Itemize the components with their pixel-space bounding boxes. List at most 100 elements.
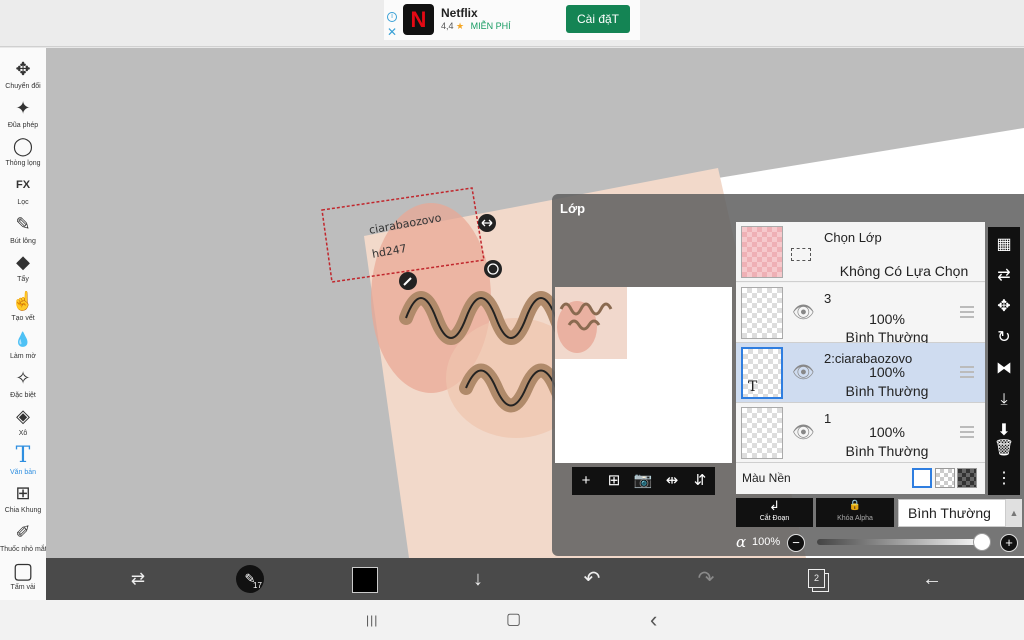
preview-toolbar: + ⊞ 📷 ⇹ ⇵ xyxy=(572,467,715,495)
star-icon: ★ xyxy=(456,21,465,31)
tool-text[interactable]: T Văn bản xyxy=(0,443,46,481)
checkerboard-icon[interactable]: ▦ xyxy=(988,229,1020,261)
rotate-handle-icon[interactable] xyxy=(484,260,502,278)
ad-close-icon[interactable]: ✕ xyxy=(387,26,397,38)
layer-blend-mode: Bình Thường xyxy=(845,383,929,399)
swap-tools-icon[interactable]: ⇄ xyxy=(118,558,158,600)
layer-row-3[interactable]: 👁 3 100% Bình Thường xyxy=(736,283,985,345)
layer-list: Chọn Lớp Không Có Lựa Chọn 👁 3 100% Bình… xyxy=(736,222,985,494)
tool-label: Tẩy xyxy=(17,276,29,283)
tool-label: Đũa phép xyxy=(7,122,39,129)
redo-icon[interactable]: ↷ xyxy=(686,558,726,600)
blend-mode-select[interactable]: Bình Thường xyxy=(898,499,1006,527)
opacity-value: 100% xyxy=(752,536,781,548)
layers-count-button[interactable]: 2 xyxy=(808,569,825,588)
back-arrow-icon[interactable]: ← xyxy=(912,558,952,600)
tool-magic-wand[interactable]: ✦ Đũa phép xyxy=(0,96,46,134)
flip-horizontal-icon[interactable]: ⇹ xyxy=(658,467,686,495)
tool-blur[interactable]: 💧 Làm mờ xyxy=(0,327,46,365)
ad-install-button[interactable]: Cài đặT xyxy=(566,5,630,33)
tool-frame-divider[interactable]: ⊞ Chia Khung xyxy=(0,481,46,519)
alpha-icon: α xyxy=(736,533,747,551)
tool-bucket[interactable]: ◈ Xô xyxy=(0,404,46,442)
tool-label: Chuyển đổi xyxy=(5,83,41,90)
layer-thumbnail: T xyxy=(741,347,783,399)
tool-lasso[interactable]: ◯ Thòng lọng xyxy=(0,134,46,172)
tool-eraser[interactable]: ◆ Tẩy xyxy=(0,250,46,288)
move-layer-icon[interactable]: ✥ xyxy=(988,291,1020,323)
ad-strip: i ✕ N Netflix 4,4 ★ MIỄN PHÍ Cài đặT xyxy=(0,0,1024,47)
bucket-icon: ◈ xyxy=(16,406,30,426)
merge-down-icon[interactable]: ⤓ xyxy=(988,384,1020,416)
layer-row-2[interactable]: T 👁 2:ciarabaozovo 100% Bình Thường xyxy=(736,343,985,403)
flip-layer-icon[interactable]: ⧓ xyxy=(988,353,1020,385)
tool-label: Bút lông xyxy=(10,238,36,245)
tool-label: Làm mờ xyxy=(10,353,36,360)
trash-icon[interactable]: 🗑 xyxy=(988,433,1020,465)
layer-name: 3 xyxy=(824,291,832,306)
selection-status: Không Có Lựa Chọn xyxy=(839,263,969,279)
opacity-increase-button[interactable]: + xyxy=(1000,534,1018,552)
tool-canvas[interactable]: ▢ Tấm vải xyxy=(0,558,46,596)
eye-icon[interactable]: 👁 xyxy=(792,362,815,383)
layer-blend-mode: Bình Thường xyxy=(845,443,929,459)
eyedropper-icon: ✐ xyxy=(15,522,31,542)
tool-label: Văn bản xyxy=(9,469,37,476)
background-dark-swatch[interactable] xyxy=(957,468,977,488)
tool-sidebar: ✥ Chuyển đổi ✦ Đũa phép ◯ Thòng lọng FX Lọc … xyxy=(0,48,47,600)
alpha-lock-button[interactable]: 🔒 Khóa Alpha xyxy=(816,498,894,527)
primary-color-swatch[interactable] xyxy=(352,567,378,593)
clip-button[interactable]: ↲ Cắt Đoạn xyxy=(736,498,813,527)
system-back-icon[interactable]: ‹ xyxy=(650,600,657,640)
lock-icon: 🔒 xyxy=(848,500,862,511)
more-options-icon[interactable]: ⋮ xyxy=(988,463,1020,495)
tool-transform[interactable]: ✥ Chuyển đổi xyxy=(0,57,46,95)
flip-vertical-icon[interactable]: ⇵ xyxy=(686,467,714,495)
tool-label: Thòng lọng xyxy=(5,160,41,167)
ad-banner[interactable]: i ✕ N Netflix 4,4 ★ MIỄN PHÍ Cài đặT xyxy=(384,0,640,40)
arrow-down-icon[interactable]: ↓ xyxy=(458,558,498,600)
layer-preview[interactable] xyxy=(555,287,732,463)
selection-layer-row[interactable]: Chọn Lớp Không Có Lựa Chọn xyxy=(736,222,985,282)
clip-label: Cắt Đoạn xyxy=(759,515,790,522)
eye-icon[interactable]: 👁 xyxy=(792,422,815,443)
opacity-slider[interactable] xyxy=(817,539,987,545)
canvas-icon: ▢ xyxy=(12,558,34,583)
preview-thumbnail xyxy=(555,287,627,359)
move-icon: ✥ xyxy=(15,59,31,79)
camera-icon[interactable]: 📷 xyxy=(629,467,657,495)
tool-eyedropper[interactable]: ✐ Thuốc nhỏ mắt xyxy=(0,520,47,558)
rotate-layer-icon[interactable]: ↻ xyxy=(988,322,1020,354)
home-icon[interactable]: ▢ xyxy=(506,600,521,640)
chevron-up-icon[interactable]: ▲ xyxy=(1006,499,1022,527)
tool-special[interactable]: ✧ Đặc biệt xyxy=(0,366,46,404)
layer-panel: Lớp + ⊞ 📷 ⇹ ⇵ Chọn Lớp Không Có Lựa Chọn… xyxy=(552,194,1024,556)
tool-brush[interactable]: ✎ Bút lông xyxy=(0,212,46,250)
recents-icon[interactable]: ||| xyxy=(366,600,378,640)
text-layer-icon: T xyxy=(748,379,758,395)
background-transparent-swatch[interactable] xyxy=(935,468,955,488)
layer-row-1[interactable]: 👁 1 100% Bình Thường xyxy=(736,403,985,463)
duplicate-layer-icon[interactable]: ⊞ xyxy=(600,467,628,495)
tool-label: Lọc xyxy=(17,199,29,206)
drag-handle-icon[interactable] xyxy=(960,306,974,318)
drag-handle-icon[interactable] xyxy=(960,366,974,378)
netflix-logo-icon: N xyxy=(403,4,434,35)
ad-info-icon[interactable]: i xyxy=(387,12,397,22)
tool-filter[interactable]: FX Lọc xyxy=(0,173,46,211)
drag-handle-icon[interactable] xyxy=(960,426,974,438)
background-white-swatch[interactable] xyxy=(912,468,932,488)
swap-layer-icon[interactable]: ⇄ xyxy=(988,260,1020,292)
add-layer-icon[interactable]: + xyxy=(572,467,600,495)
undo-icon[interactable]: ↶ xyxy=(572,558,612,600)
opacity-slider-thumb[interactable] xyxy=(973,533,991,551)
preview-art xyxy=(557,301,613,353)
eye-icon[interactable]: 👁 xyxy=(792,302,815,323)
selection-marquee-icon xyxy=(791,248,811,261)
tool-smudge[interactable]: ☝ Tạo vết xyxy=(0,289,46,327)
tool-label: Đặc biệt xyxy=(10,392,36,399)
app-root: i ✕ N Netflix 4,4 ★ MIỄN PHÍ Cài đặT ✥ Ch… xyxy=(0,0,1024,640)
opacity-decrease-button[interactable]: − xyxy=(787,534,805,552)
selection-layer-thumbnail xyxy=(741,226,783,278)
tool-label: Tạo vết xyxy=(11,315,35,322)
